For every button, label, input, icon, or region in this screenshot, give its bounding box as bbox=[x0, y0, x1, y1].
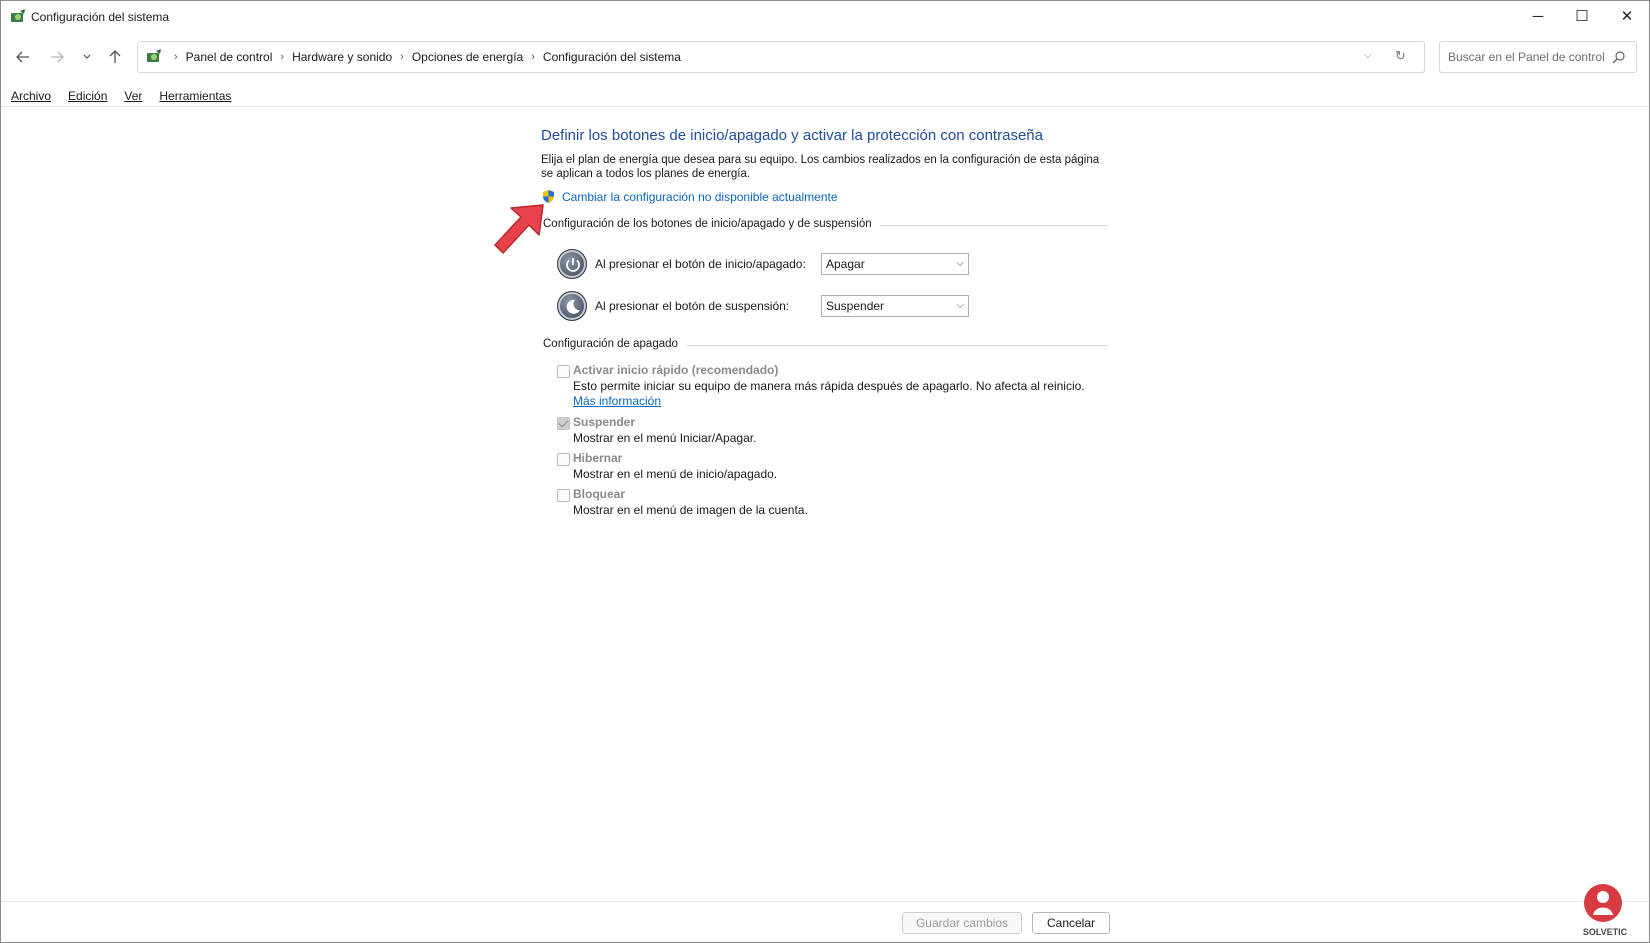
menu-bar: Archivo Edición Ver Herramientas bbox=[1, 85, 238, 107]
page-description: Elija el plan de energía que desea para … bbox=[541, 154, 1100, 180]
suspend-title: Suspender bbox=[573, 415, 636, 429]
footer-divider bbox=[1, 901, 1649, 902]
close-button[interactable]: ✕ bbox=[1604, 1, 1650, 31]
search-box[interactable] bbox=[1439, 41, 1637, 73]
hibernate-title: Hibernar bbox=[573, 451, 623, 465]
refresh-icon[interactable]: ↻ bbox=[1395, 48, 1406, 64]
fast-startup-description: Esto permite iniciar su equipo de manera… bbox=[573, 379, 1093, 409]
cancel-button[interactable]: Cancelar bbox=[1032, 912, 1110, 934]
minimize-icon: ─ bbox=[1532, 7, 1544, 25]
annotation-arrow-icon bbox=[494, 204, 544, 254]
main-content: Definir los botones de inicio/apagado y … bbox=[541, 127, 1121, 517]
arrow-right-icon bbox=[51, 51, 64, 63]
watermark-logo-icon: SOLVETIC bbox=[1583, 884, 1628, 937]
chevron-right-icon[interactable]: › bbox=[400, 51, 404, 63]
menu-archivo[interactable]: Archivo bbox=[1, 85, 58, 107]
suspend-checkbox[interactable] bbox=[557, 417, 570, 430]
fast-startup-title: Activar inicio rápido (recomendado) bbox=[573, 363, 779, 377]
fast-startup-text: Esto permite iniciar su equipo de manera… bbox=[573, 379, 1085, 393]
chevron-right-icon[interactable]: › bbox=[280, 51, 284, 63]
menu-edicion[interactable]: Edición bbox=[58, 85, 114, 107]
sleep-button-label: Al presionar el botón de suspensión: bbox=[595, 299, 790, 313]
maximize-button[interactable]: ☐ bbox=[1559, 1, 1605, 31]
save-changes-button[interactable]: Guardar cambios bbox=[902, 912, 1022, 934]
chevron-down-icon bbox=[83, 54, 91, 59]
back-button[interactable] bbox=[12, 46, 34, 68]
chevron-down-icon: ⌵ bbox=[956, 300, 964, 311]
lock-checkbox[interactable] bbox=[557, 489, 570, 502]
hibernate-checkbox[interactable] bbox=[557, 453, 570, 466]
close-icon: ✕ bbox=[1620, 8, 1634, 25]
breadcrumb-item[interactable]: Panel de control bbox=[186, 50, 273, 64]
maximize-icon: ☐ bbox=[1575, 8, 1589, 25]
arrow-up-icon bbox=[109, 50, 121, 63]
fast-startup-option: Activar inicio rápido (recomendado) Esto… bbox=[557, 363, 1097, 411]
navigation-bar: › Panel de control › Hardware y sonido ›… bbox=[1, 39, 1649, 75]
forward-button[interactable] bbox=[46, 46, 68, 68]
recent-locations-button[interactable] bbox=[76, 46, 98, 68]
arrow-left-icon bbox=[16, 51, 29, 63]
shutdown-group-title: Configuración de apagado bbox=[543, 338, 686, 350]
change-settings-link[interactable]: Cambiar la configuración no disponible a… bbox=[541, 189, 838, 204]
lock-title: Bloquear bbox=[573, 487, 626, 501]
breadcrumb-item[interactable]: Opciones de energía bbox=[412, 50, 523, 64]
sleep-button-value: Suspender bbox=[826, 299, 885, 313]
title-bar: Configuración del sistema ─ ☐ ✕ bbox=[1, 1, 1649, 33]
chevron-right-icon: › bbox=[174, 51, 178, 63]
change-settings-label[interactable]: Cambiar la configuración no disponible a… bbox=[562, 190, 838, 204]
lock-option: Bloquear Mostrar en el menú de imagen de… bbox=[557, 487, 1097, 521]
sleep-button-select[interactable]: Suspender ⌵ bbox=[821, 295, 969, 317]
minimize-button[interactable]: ─ bbox=[1515, 1, 1561, 31]
address-dropdown-icon[interactable]: ⌵ bbox=[1364, 50, 1372, 61]
power-group-title: Configuración de los botones de inicio/a… bbox=[543, 218, 880, 230]
control-panel-icon bbox=[11, 9, 25, 22]
power-button-select[interactable]: Apagar ⌵ bbox=[821, 253, 969, 275]
power-button-row: Al presionar el botón de inicio/apagado:… bbox=[557, 249, 977, 281]
hibernate-option: Hibernar Mostrar en el menú de inicio/ap… bbox=[557, 451, 1097, 485]
page-title: Definir los botones de inicio/apagado y … bbox=[541, 127, 1043, 144]
breadcrumb-item[interactable]: Configuración del sistema bbox=[543, 50, 681, 64]
breadcrumb: › Panel de control › Hardware y sonido ›… bbox=[166, 42, 681, 72]
suspend-option: Suspender Mostrar en el menú Iniciar/Apa… bbox=[557, 415, 1097, 449]
fast-startup-checkbox[interactable] bbox=[557, 365, 570, 378]
more-info-link[interactable]: Más información bbox=[573, 394, 661, 408]
lock-description: Mostrar en el menú de imagen de la cuent… bbox=[573, 503, 808, 517]
control-panel-icon bbox=[147, 49, 161, 62]
search-input[interactable] bbox=[1448, 49, 1608, 65]
chevron-down-icon: ⌵ bbox=[956, 258, 964, 269]
chevron-right-icon[interactable]: › bbox=[531, 51, 535, 63]
address-bar[interactable]: › Panel de control › Hardware y sonido ›… bbox=[137, 41, 1425, 73]
breadcrumb-item[interactable]: Hardware y sonido bbox=[292, 50, 392, 64]
hibernate-description: Mostrar en el menú de inicio/apagado. bbox=[573, 467, 778, 481]
power-button-label: Al presionar el botón de inicio/apagado: bbox=[595, 257, 806, 271]
search-icon[interactable] bbox=[1612, 50, 1626, 64]
svg-text:SOLVETIC: SOLVETIC bbox=[1583, 927, 1628, 937]
menu-herramientas[interactable]: Herramientas bbox=[149, 85, 238, 107]
divider bbox=[1, 106, 1649, 107]
sleep-icon bbox=[557, 291, 587, 321]
suspend-description: Mostrar en el menú Iniciar/Apagar. bbox=[573, 431, 757, 445]
app-window: Configuración del sistema ─ ☐ ✕ › Panel bbox=[0, 0, 1650, 943]
up-button[interactable] bbox=[104, 46, 126, 68]
window-title: Configuración del sistema bbox=[31, 10, 170, 24]
sleep-button-row: Al presionar el botón de suspensión: Sus… bbox=[557, 291, 977, 323]
menu-ver[interactable]: Ver bbox=[114, 85, 149, 107]
power-button-value: Apagar bbox=[826, 257, 865, 271]
power-icon bbox=[557, 249, 587, 279]
